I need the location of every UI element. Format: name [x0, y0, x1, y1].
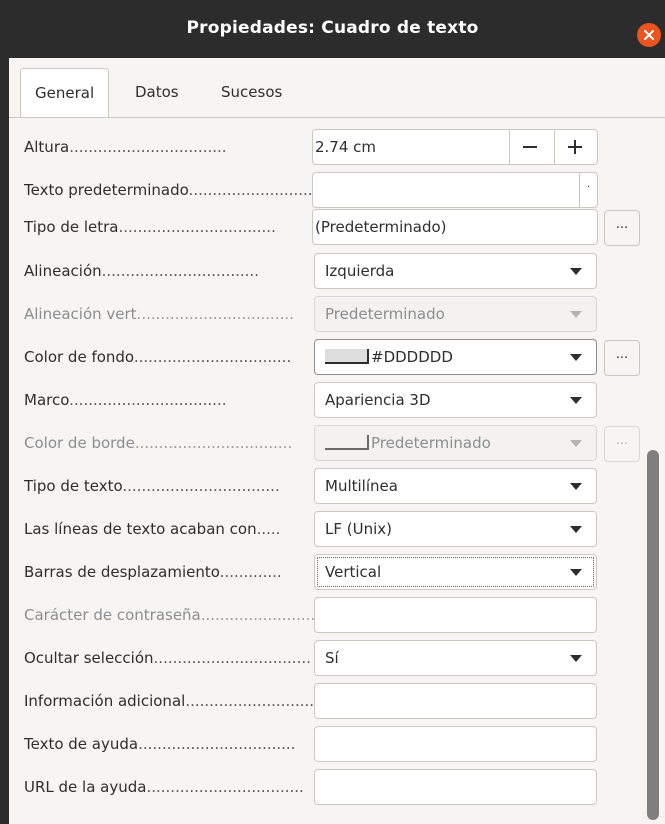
vertical-scrollbar[interactable]: [647, 450, 659, 820]
label-texto-predeterminado: Texto predeterminado....................…: [24, 181, 314, 199]
chevron-down-icon: [570, 655, 582, 662]
close-icon: [644, 30, 654, 40]
row-alineacion: Alineación..............................…: [9, 253, 665, 295]
label-color-de-borde: Color de borde..........................…: [24, 434, 293, 452]
color-swatch: [325, 349, 369, 364]
label-barras-de-desplazamiento: Barras de desplazamiento.............: [24, 563, 282, 581]
tipo-de-letra-field[interactable]: (Predeterminado): [312, 209, 598, 245]
color-de-borde-dropdown: Predeterminado: [314, 425, 597, 461]
tab-bar: General Datos Sucesos: [9, 58, 665, 119]
barras-de-desplazamiento-dropdown[interactable]: Vertical: [314, 554, 597, 590]
minus-icon: [522, 146, 537, 148]
tab-general[interactable]: General: [20, 68, 110, 119]
window-edge: [0, 58, 9, 824]
tipo-de-texto-value: Multilínea: [325, 477, 398, 495]
label-color-de-fondo: Color de fondo..........................…: [24, 348, 292, 366]
row-tipo-de-texto: Tipo de texto...........................…: [9, 468, 665, 510]
tab-datos[interactable]: Datos: [121, 68, 193, 116]
ocultar-seleccion-dropdown[interactable]: Sí: [314, 640, 597, 676]
chevron-down-icon: [570, 569, 582, 576]
row-color-de-borde: Color de borde..........................…: [9, 425, 665, 467]
altura-spinfield[interactable]: 2.74 cm: [312, 129, 598, 165]
chevron-down-icon: [570, 354, 582, 361]
label-alineacion: Alineación..............................…: [24, 262, 259, 280]
plus-icon: [567, 140, 582, 154]
row-url-de-la-ayuda: URL de la ayuda.........................…: [9, 769, 665, 811]
alineacion-value: Izquierda: [325, 262, 395, 280]
label-texto-de-ayuda: Texto de ayuda..........................…: [24, 735, 296, 753]
close-button[interactable]: [637, 23, 661, 47]
title-bar: Propiedades: Cuadro de texto: [0, 0, 665, 58]
row-lineas-de-texto: Las líneas de texto acaban con..... LF (…: [9, 511, 665, 553]
chevron-down-icon: [570, 311, 582, 318]
chevron-down-icon: [570, 483, 582, 490]
row-color-de-fondo: Color de fondo..........................…: [9, 339, 665, 381]
label-caracter-de-contrasena: Carácter de contraseña..................…: [24, 606, 314, 624]
decrement-button[interactable]: [509, 130, 549, 164]
row-tipo-de-letra: Tipo de letra...........................…: [9, 209, 665, 251]
label-alineacion-vert: Alineación vert.........................…: [24, 305, 294, 323]
color-de-borde-more-button: ...: [604, 426, 640, 462]
color-de-fondo-more-button[interactable]: ...: [604, 340, 640, 376]
tipo-de-letra-more-button[interactable]: ...: [604, 210, 640, 246]
row-altura: Altura................................. …: [9, 129, 665, 171]
alineacion-dropdown[interactable]: Izquierda: [314, 253, 597, 289]
marco-dropdown[interactable]: Apariencia 3D: [314, 382, 597, 418]
row-ocultar-seleccion: Ocultar selección.......................…: [9, 640, 665, 682]
label-informacion-adicional: Información adicional...................…: [24, 692, 314, 710]
ocultar-seleccion-value: Sí: [325, 649, 339, 667]
color-swatch: [325, 435, 369, 450]
label-url-de-la-ayuda: URL de la ayuda.........................…: [24, 778, 304, 796]
chevron-down-icon: [570, 440, 582, 447]
row-informacion-adicional: Información adicional...................…: [9, 683, 665, 725]
alineacion-vert-dropdown: Predeterminado: [314, 296, 597, 332]
properties-panel: Altura................................. …: [9, 117, 665, 824]
row-caracter-de-contrasena: Carácter de contraseña..................…: [9, 597, 665, 639]
tab-sucesos[interactable]: Sucesos: [207, 68, 296, 116]
label-tipo-de-texto: Tipo de texto...........................…: [24, 477, 280, 495]
row-marco: Marco................................. A…: [9, 382, 665, 424]
marco-value: Apariencia 3D: [325, 391, 431, 409]
increment-button[interactable]: [554, 130, 594, 164]
color-de-fondo-value: #DDDDDD: [371, 348, 453, 366]
tipo-de-letra-value: (Predeterminado): [315, 218, 447, 236]
chevron-down-icon: [570, 397, 582, 404]
row-alineacion-vert: Alineación vert.........................…: [9, 296, 665, 338]
tipo-de-texto-dropdown[interactable]: Multilínea: [314, 468, 597, 504]
url-de-la-ayuda-field[interactable]: [314, 769, 597, 805]
row-texto-predeterminado: Texto predeterminado....................…: [9, 172, 665, 214]
caracter-de-contrasena-field[interactable]: [314, 597, 597, 633]
chevron-down-icon: [570, 268, 582, 275]
texto-de-ayuda-field[interactable]: [314, 726, 597, 762]
lineas-de-texto-value: LF (Unix): [325, 520, 392, 538]
color-de-fondo-dropdown[interactable]: #DDDDDD: [314, 339, 597, 375]
label-tipo-de-letra: Tipo de letra...........................…: [24, 218, 276, 236]
label-ocultar-seleccion: Ocultar selección.......................…: [24, 649, 311, 667]
alineacion-vert-value: Predeterminado: [325, 305, 445, 323]
lineas-de-texto-dropdown[interactable]: LF (Unix): [314, 511, 597, 547]
label-marco: Marco.................................: [24, 391, 227, 409]
informacion-adicional-field[interactable]: [314, 683, 597, 719]
row-barras-de-desplazamiento: Barras de desplazamiento............. Ve…: [9, 554, 665, 596]
expand-button[interactable]: ·: [579, 173, 597, 207]
texto-predeterminado-field[interactable]: ·: [312, 172, 598, 208]
label-altura: Altura.................................: [24, 138, 227, 156]
label-lineas-de-texto: Las líneas de texto acaban con.....: [24, 520, 281, 538]
altura-value: 2.74 cm: [315, 138, 377, 156]
barras-de-desplazamiento-value: Vertical: [325, 563, 382, 581]
window-title: Propiedades: Cuadro de texto: [186, 18, 479, 38]
color-de-borde-value: Predeterminado: [371, 434, 491, 452]
row-texto-de-ayuda: Texto de ayuda..........................…: [9, 726, 665, 768]
chevron-down-icon: [570, 526, 582, 533]
